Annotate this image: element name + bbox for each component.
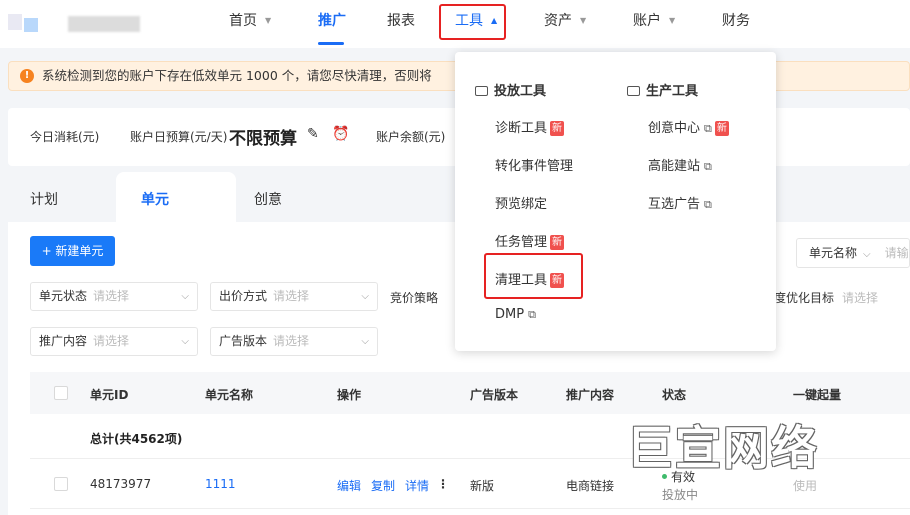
nav-reports[interactable]: 报表 (387, 0, 415, 44)
tab-creative[interactable]: 创意 (254, 189, 282, 209)
tools-dropdown-menu: 投放工具 生产工具 诊断工具新 转化事件管理 预览绑定 任务管理新 清理工具新 … (455, 52, 776, 351)
status-sub: 投放中 (662, 488, 699, 502)
new-badge: 新 (714, 121, 729, 136)
filter-ad-version[interactable]: 广告版本 请选择 ⌵ (210, 327, 378, 356)
new-badge: 新 (550, 121, 565, 136)
col-one-click: 一键起量 (793, 388, 842, 402)
highlight-box-tools (439, 4, 506, 40)
external-link-icon: ⧉ (704, 122, 712, 135)
more-icon[interactable]: ⋮ (437, 477, 449, 491)
table-total: 总计(共4562项) (90, 432, 183, 446)
col-status: 状态 (662, 388, 687, 402)
nav-assets[interactable]: 资产 ▼ (544, 0, 586, 44)
col-ad-version: 广告版本 (470, 388, 519, 402)
edit-link[interactable]: 编辑 (337, 477, 361, 494)
delivery-tools-heading: 投放工具 (475, 80, 546, 99)
unit-name-link[interactable]: 1111 (205, 477, 236, 491)
new-badge: 新 (550, 235, 565, 250)
brand-logo[interactable] (8, 12, 140, 36)
tab-plan[interactable]: 计划 (30, 189, 58, 209)
tab-unit[interactable]: 单元 (141, 189, 169, 209)
watermark-text: 巨宣网络 (627, 421, 819, 475)
col-promo-content: 推广内容 (566, 388, 615, 402)
highlight-box-cleanup-tool (484, 253, 583, 299)
warning-icon: ! (20, 69, 34, 83)
col-unit-name: 单元名称 (205, 388, 254, 402)
filter-unit-status[interactable]: 单元状态 请选择 ⌵ (30, 282, 198, 311)
menu-mutual-ads[interactable]: 互选广告 ⧉ (648, 193, 712, 212)
daily-budget-value: 不限预算 (229, 129, 297, 149)
edit-icon[interactable]: ✎ (307, 126, 319, 142)
select-all-checkbox[interactable] (54, 386, 68, 400)
new-unit-button[interactable]: + 新建单元 (30, 236, 115, 266)
today-cost-label: 今日消耗(元) (30, 130, 100, 144)
col-unit-id: 单元ID (90, 388, 129, 402)
chevron-down-icon: ▼ (580, 16, 587, 25)
filter-deep-goal[interactable]: 度优化目标 请选择 (774, 289, 878, 306)
notice-text: 系统检测到您的账户下存在低效单元 1000 个，请您尽快清理，否则将 (42, 68, 432, 83)
chevron-down-icon: ⌵ (361, 336, 369, 347)
clock-icon[interactable]: ⏰ (332, 126, 349, 142)
detail-link[interactable]: 详情 (405, 477, 429, 494)
nav-finance[interactable]: 财务 (722, 0, 750, 44)
table-header: 单元ID 单元名称 操作 广告版本 推广内容 状态 一键起量 (30, 372, 910, 414)
chevron-down-icon: ▼ (669, 16, 676, 25)
row-checkbox[interactable] (54, 477, 68, 491)
play-icon (627, 86, 640, 96)
col-actions: 操作 (337, 388, 362, 402)
chevron-down-icon: ⌵ (181, 291, 189, 302)
nav-account[interactable]: 账户 ▼ (633, 0, 675, 44)
chevron-down-icon: ⌵ (181, 336, 189, 347)
menu-creative-center[interactable]: 创意中心 ⧉ 新 (648, 117, 729, 136)
chevron-down-icon: ▼ (265, 16, 272, 25)
external-link-icon: ⧉ (704, 160, 712, 173)
daily-budget-label: 账户日预算(元/天) (130, 130, 228, 144)
promo-content-value: 电商链接 (566, 479, 615, 493)
copy-link[interactable]: 复制 (371, 477, 395, 494)
unit-id: 48173977 (90, 477, 152, 491)
menu-task-management[interactable]: 任务管理新 (495, 231, 565, 250)
nav-home[interactable]: 首页 ▼ (229, 0, 271, 44)
external-link-icon: ⧉ (704, 198, 712, 211)
nav-active-indicator (318, 42, 344, 45)
one-click-use[interactable]: 使用 (793, 477, 817, 494)
top-navigation-bar: 首页 ▼ 推广 报表 工具 ▲ 资产 ▼ 账户 ▼ 财务 (0, 0, 910, 48)
ad-version-value: 新版 (470, 479, 495, 493)
menu-preview-binding[interactable]: 预览绑定 (495, 193, 547, 212)
menu-dmp[interactable]: DMP ⧉ (495, 307, 536, 322)
balance-label: 账户余额(元) (376, 130, 446, 144)
menu-site-builder[interactable]: 高能建站 ⧉ (648, 155, 712, 174)
chevron-down-icon: ⌵ (361, 291, 369, 302)
monitor-icon (475, 86, 488, 96)
production-tools-heading: 生产工具 (627, 80, 698, 99)
menu-diagnosis-tool[interactable]: 诊断工具新 (495, 117, 565, 136)
menu-conversion-events[interactable]: 转化事件管理 (495, 155, 573, 174)
nav-promotion[interactable]: 推广 (318, 0, 346, 44)
search-field-select[interactable]: 单元名称 ⌵ 请输 (796, 238, 910, 268)
filter-promo-content[interactable]: 推广内容 请选择 ⌵ (30, 327, 198, 356)
filter-bid-strategy[interactable]: 竞价策略 (390, 289, 438, 306)
external-link-icon: ⧉ (528, 308, 536, 321)
filter-bid-method[interactable]: 出价方式 请选择 ⌵ (210, 282, 378, 311)
